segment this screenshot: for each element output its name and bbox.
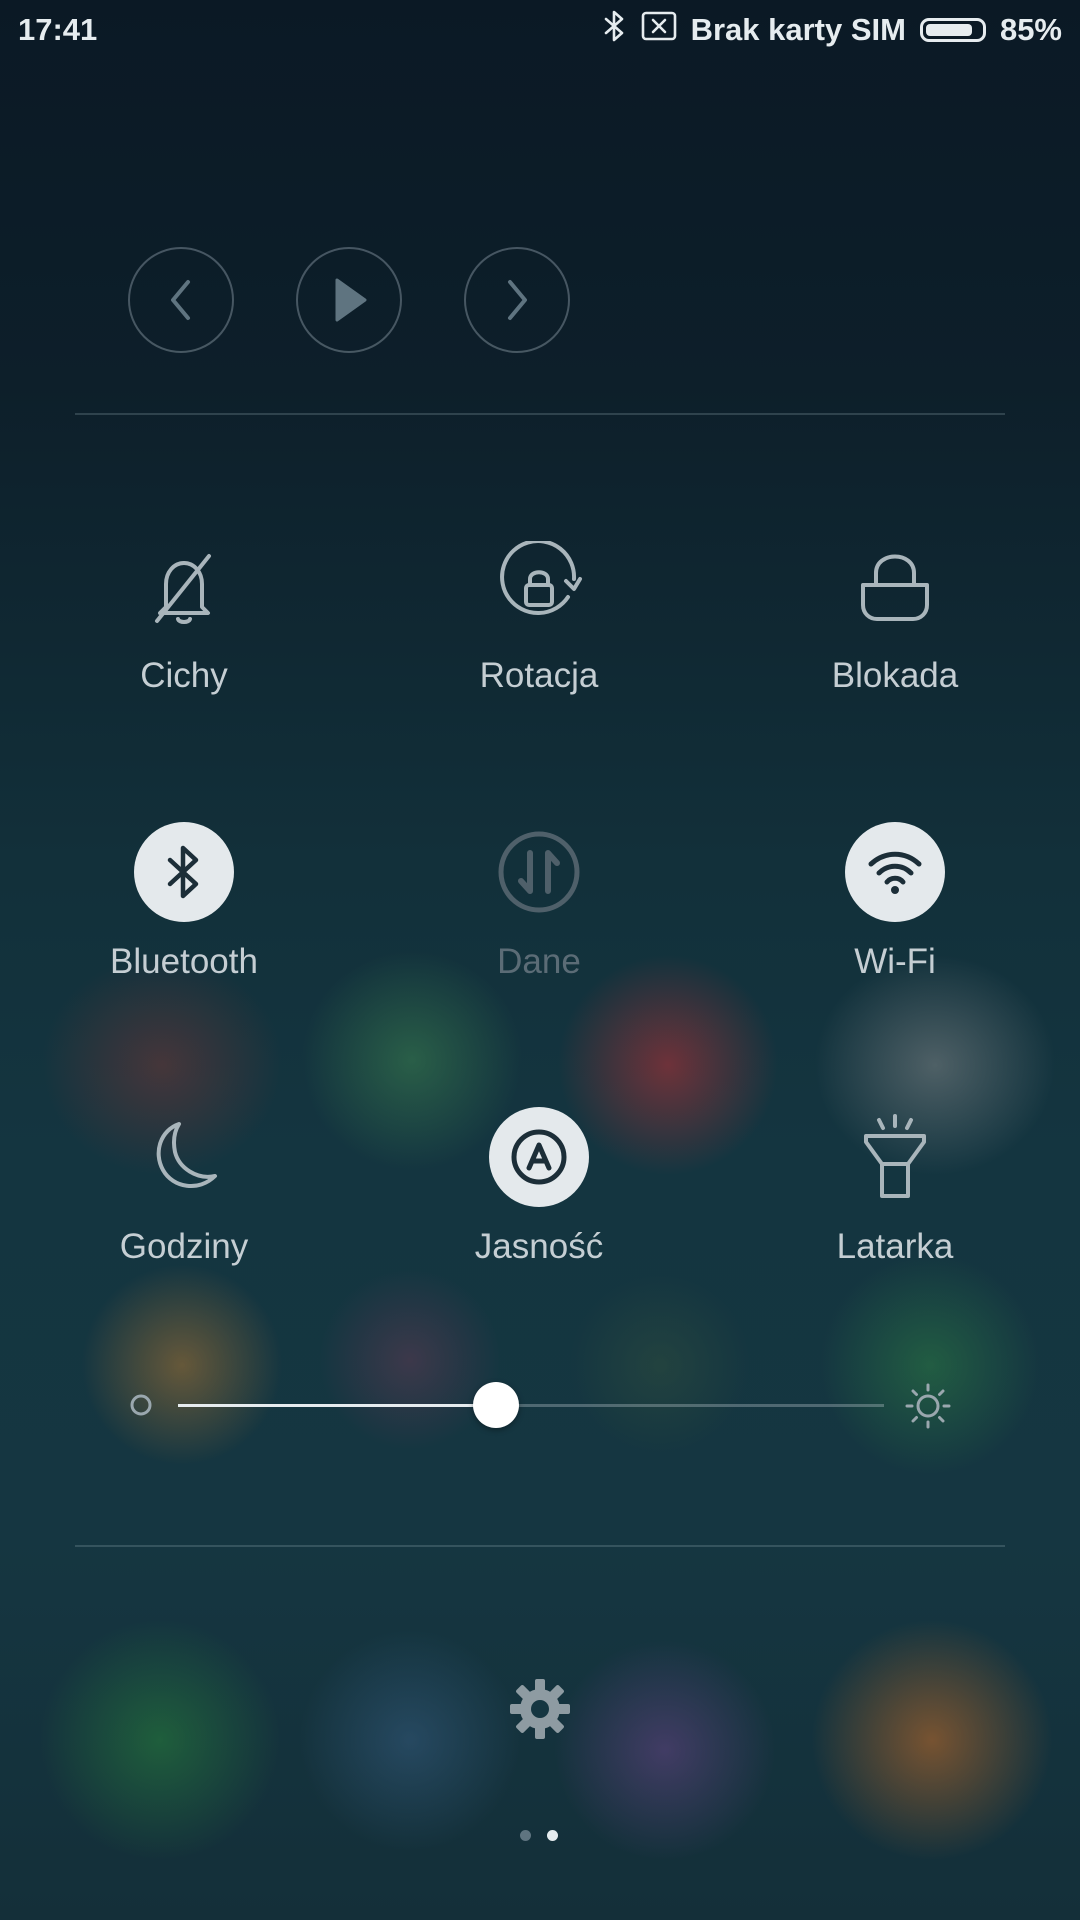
chevron-right-icon [508, 280, 527, 320]
toggle-quiet-hours[interactable]: Godziny [84, 1107, 284, 1307]
chevron-left-icon [171, 280, 190, 320]
toggle-lock[interactable]: Blokada [795, 536, 995, 736]
divider-top [75, 413, 1005, 415]
toggle-brightness[interactable]: Jasność [439, 1107, 639, 1307]
toggle-bluetooth[interactable]: Bluetooth [84, 822, 284, 1022]
toggle-label: Latarka [836, 1227, 954, 1266]
sim-status-text: Brak karty SIM [690, 12, 906, 47]
battery-icon [919, 18, 986, 42]
toggle-rotation[interactable]: Rotacja [439, 536, 639, 736]
bell-off-icon [134, 536, 234, 636]
bluetooth-status-icon [603, 10, 627, 50]
rotation-lock-icon [489, 536, 589, 636]
wifi-icon [845, 822, 945, 922]
toggle-label: Blokada [831, 656, 959, 695]
toggle-label: Wi-Fi [854, 942, 936, 981]
divider-bottom [75, 1545, 1005, 1547]
brightness-slider[interactable] [178, 1382, 884, 1428]
toggle-label: Jasność [474, 1227, 604, 1266]
battery-percent: 85% [999, 12, 1062, 47]
battery-fill [925, 24, 972, 36]
page-dot [547, 1830, 558, 1841]
media-next-button[interactable] [464, 247, 570, 353]
toggle-label: Rotacja [479, 656, 599, 695]
toggle-mobile-data[interactable]: Dane [439, 822, 639, 1022]
brightness-slider-thumb[interactable] [472, 1382, 519, 1428]
auto-brightness-icon [489, 1107, 589, 1207]
toggle-label: Cichy [140, 656, 228, 695]
toggle-label: Dane [497, 942, 581, 981]
brightness-slider-fill [178, 1404, 496, 1407]
flashlight-icon [845, 1107, 945, 1207]
toggle-label: Bluetooth [110, 942, 258, 981]
bluetooth-icon [134, 822, 234, 922]
page-dot [520, 1830, 531, 1841]
brightness-low-icon [128, 1392, 154, 1423]
brightness-high-icon [904, 1382, 952, 1435]
status-time: 17:41 [18, 12, 98, 47]
lock-icon [845, 536, 945, 636]
toggle-flashlight[interactable]: Latarka [795, 1107, 995, 1307]
no-sim-icon [641, 11, 677, 49]
toggle-wifi[interactable]: Wi-Fi [795, 822, 995, 1022]
page-indicator [520, 1830, 558, 1841]
media-play-button[interactable] [296, 247, 402, 353]
status-right: Brak karty SIM 85% [603, 10, 1062, 50]
toggle-label: Godziny [119, 1227, 249, 1266]
gear-icon [510, 1679, 570, 1739]
moon-icon [134, 1107, 234, 1207]
mobile-data-icon [489, 822, 589, 922]
toggle-silent[interactable]: Cichy [84, 536, 284, 736]
settings-button[interactable] [505, 1674, 575, 1744]
media-previous-button[interactable] [128, 247, 234, 353]
play-icon [335, 278, 367, 322]
